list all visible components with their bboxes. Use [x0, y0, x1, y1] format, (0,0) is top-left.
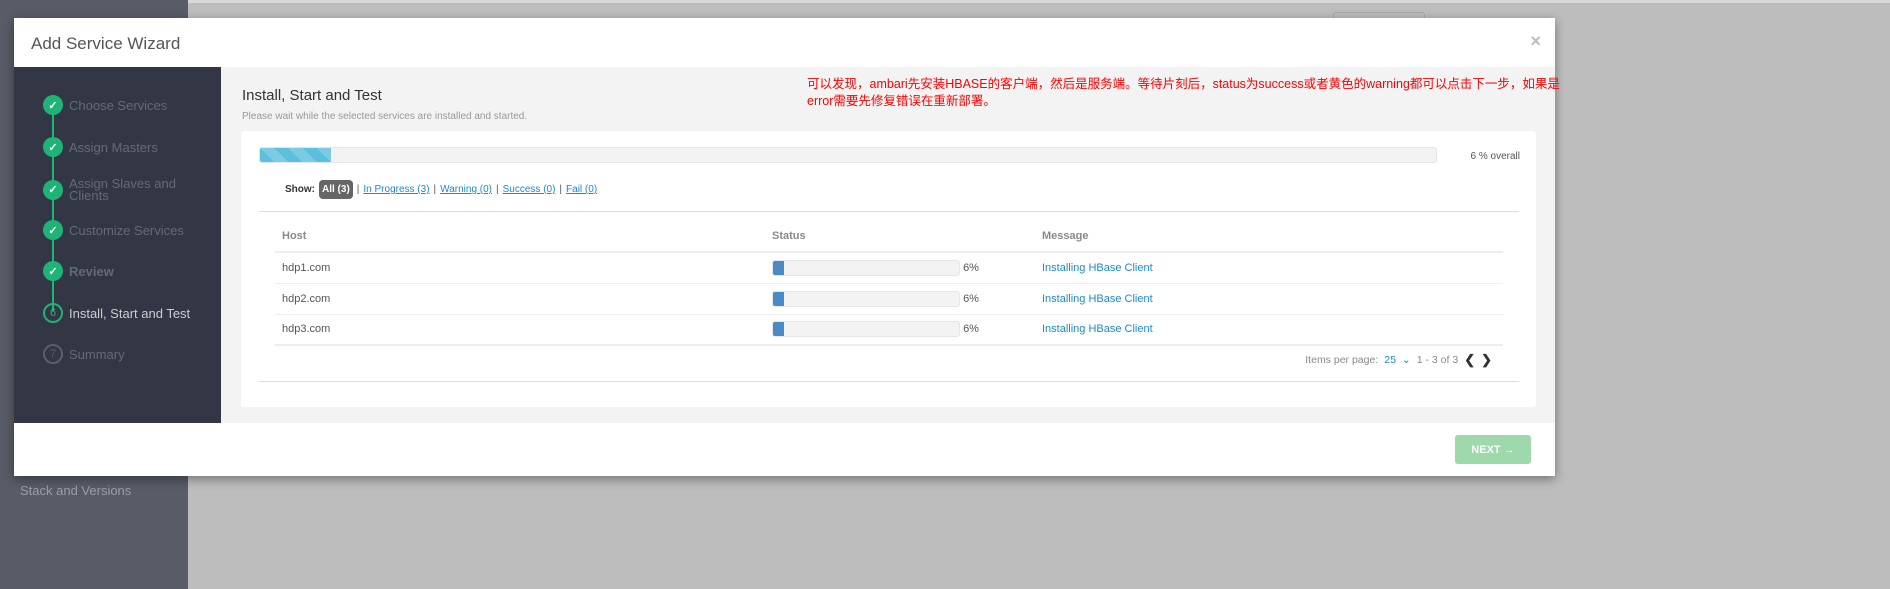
items-per-page-select[interactable]: 25: [1384, 354, 1396, 366]
status-filters: Show: All (3) | In Progress (3) | Warnin…: [285, 180, 597, 199]
step-label: Choose Services: [69, 97, 168, 113]
step-review[interactable]: ✓ Review: [43, 261, 114, 281]
filter-all[interactable]: All (3): [319, 180, 353, 199]
step-content: Install, Start and Test Please wait whil…: [221, 67, 1560, 423]
progress-panel: 6 % overall Show: All (3) | In Progress …: [241, 131, 1536, 407]
status-cell: 6%: [765, 314, 1035, 346]
host-progress-percent: 6%: [963, 261, 979, 274]
host-progress-fill: [773, 291, 785, 306]
message-link[interactable]: Installing HBase Client: [1035, 314, 1503, 346]
header-message: Message: [1035, 221, 1503, 253]
step-summary: 7 Summary: [43, 344, 125, 364]
host-progress-fill: [773, 322, 785, 337]
overall-progress-text: 6 % overall: [1470, 151, 1520, 162]
host-progress-fill: [773, 260, 785, 275]
pagination: Items per page: 25 ⌄ 1 - 3 of 3 ❮ ❯: [1305, 352, 1492, 368]
next-button[interactable]: NEXT →: [1455, 435, 1531, 464]
overall-progress-bar: [259, 147, 1437, 163]
step-label: Summary: [69, 346, 125, 362]
step-customize-services[interactable]: ✓ Customize Services: [43, 220, 184, 240]
check-icon: ✓: [43, 180, 63, 200]
annotation-text: 可以发现，ambari先安装HBASE的客户端，然后是服务端。等待片刻后，sta…: [807, 77, 1560, 108]
check-icon: ✓: [43, 95, 63, 115]
modal-header: Add Service Wizard ×: [14, 18, 1555, 67]
step-choose-services[interactable]: ✓ Choose Services: [43, 95, 167, 115]
separator: |: [433, 184, 437, 195]
overall-progress-fill: [260, 148, 331, 162]
host-progress-percent: 6%: [963, 292, 979, 305]
background-topbar: [0, 0, 1890, 3]
next-page-icon[interactable]: ❯: [1481, 352, 1492, 368]
background-nav-item: Stack and Versions: [20, 483, 132, 498]
host-cell: hdp1.com: [275, 252, 765, 284]
items-per-page-label: Items per page:: [1305, 354, 1379, 366]
chevron-down-icon[interactable]: ⌄: [1402, 354, 1411, 366]
separator: |: [559, 184, 563, 195]
header-status: Status: [765, 221, 1035, 253]
message-link[interactable]: Installing HBase Client: [1035, 252, 1503, 284]
check-icon: ✓: [43, 137, 63, 157]
filter-fail[interactable]: Fail (0): [566, 184, 597, 195]
step-label: Install, Start and Test: [69, 305, 191, 321]
status-cell: 6%: [765, 283, 1035, 315]
step-number-icon: 7: [43, 344, 63, 364]
hosts-table: Host Status Message hdp1.com 6% Installi…: [275, 221, 1503, 346]
host-progress-bar: [772, 290, 960, 307]
filter-label: Show:: [285, 184, 315, 195]
filter-warning[interactable]: Warning (0): [440, 184, 492, 195]
host-cell: hdp2.com: [275, 283, 765, 315]
modal-footer: NEXT →: [14, 423, 1555, 476]
divider: [259, 211, 1519, 212]
host-progress-percent: 6%: [963, 323, 979, 336]
host-progress-bar: [772, 321, 960, 338]
filter-success[interactable]: Success (0): [503, 184, 556, 195]
check-icon: ✓: [43, 220, 63, 240]
check-icon: ✓: [43, 261, 63, 281]
host-progress-bar: [772, 259, 960, 276]
wizard-steps: ✓ Choose Services ✓ Assign Masters ✓ Assign…: [14, 67, 221, 423]
step-label: Assign Slaves and Clients: [69, 176, 176, 203]
host-cell: hdp3.com: [275, 314, 765, 346]
step-assign-masters[interactable]: ✓ Assign Masters: [43, 137, 158, 157]
divider: [259, 381, 1519, 382]
step-label: Review: [69, 263, 114, 279]
separator: |: [356, 184, 360, 195]
close-icon[interactable]: ×: [1530, 31, 1541, 52]
filter-in-progress[interactable]: In Progress (3): [363, 184, 429, 195]
step-label: Assign Masters: [69, 139, 158, 155]
status-cell: 6%: [765, 252, 1035, 284]
header-host: Host: [275, 221, 765, 253]
add-service-wizard-modal: Add Service Wizard × ✓ Choose Services ✓ A…: [14, 18, 1560, 476]
page-subtitle: Please wait while the selected services …: [242, 111, 528, 122]
table-row: hdp1.com 6% Installing HBase Client: [275, 252, 1503, 284]
prev-page-icon[interactable]: ❮: [1464, 352, 1475, 368]
step-label: Customize Services: [69, 222, 184, 238]
step-number-icon: 6: [43, 303, 63, 323]
step-assign-slaves[interactable]: ✓ Assign Slaves and Clients: [43, 176, 193, 203]
modal-title: Add Service Wizard: [31, 34, 181, 53]
page-range: 1 - 3 of 3: [1416, 354, 1459, 366]
table-row: hdp2.com 6% Installing HBase Client: [275, 283, 1503, 315]
step-install-start-test: 6 Install, Start and Test: [43, 303, 190, 323]
separator: |: [496, 184, 499, 195]
page-title: Install, Start and Test: [242, 87, 382, 104]
message-link[interactable]: Installing HBase Client: [1035, 283, 1503, 315]
table-row: hdp3.com 6% Installing HBase Client: [275, 314, 1503, 346]
